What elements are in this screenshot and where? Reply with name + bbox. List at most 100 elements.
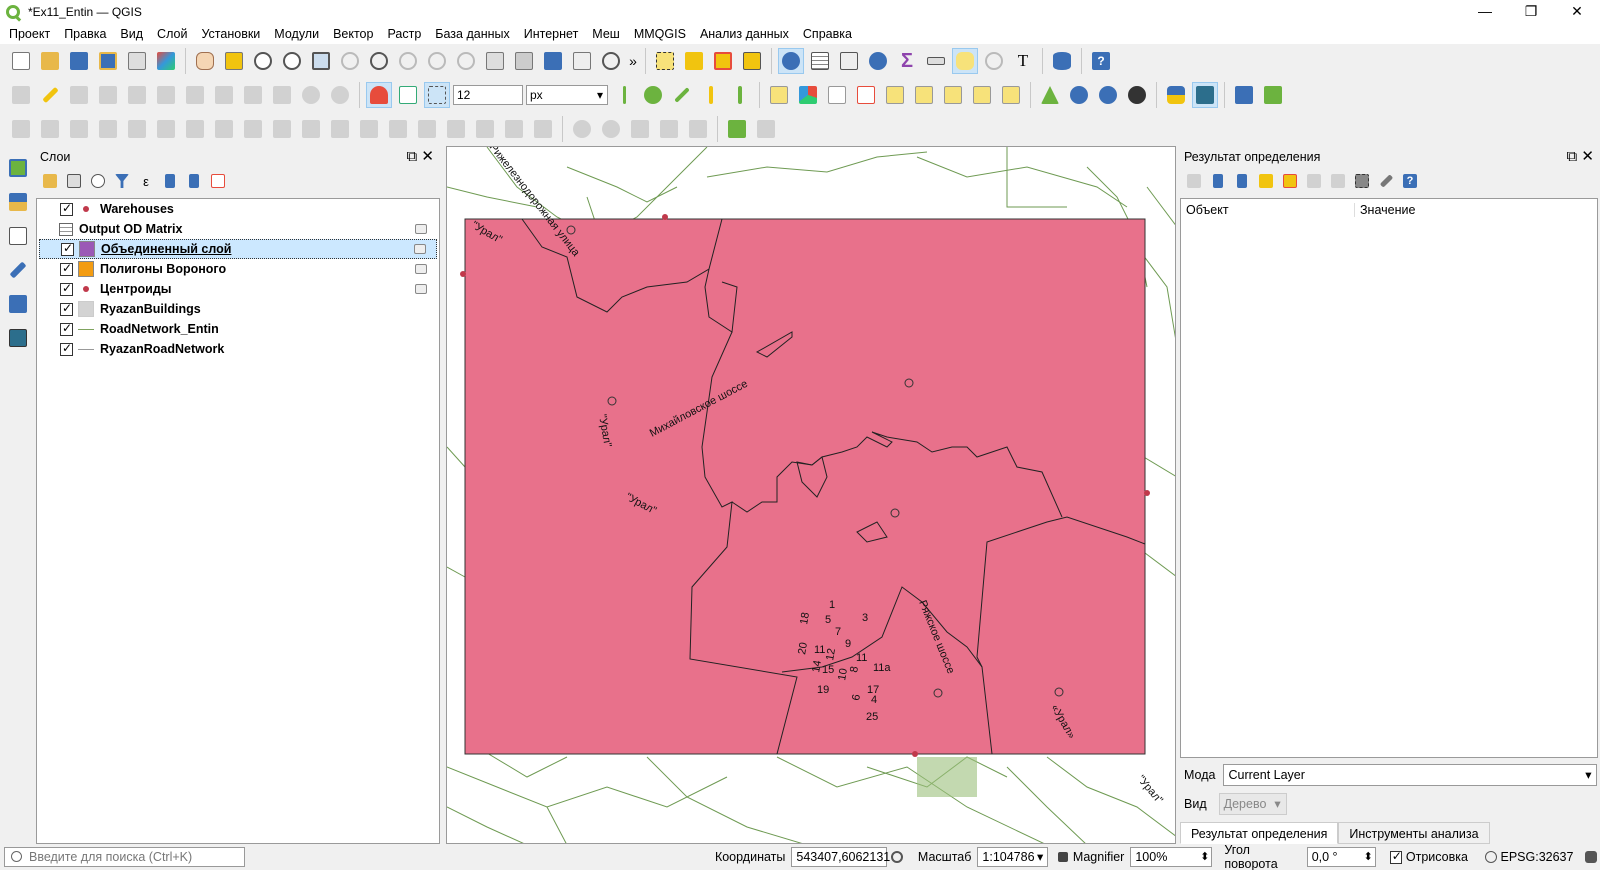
trim-extend-icon[interactable] — [385, 116, 411, 142]
layer-row-centroids[interactable]: Центроиды — [37, 279, 439, 299]
move-feature-icon[interactable] — [37, 116, 63, 142]
shape-polygon-icon[interactable] — [656, 116, 682, 142]
move-label-icon[interactable] — [882, 82, 908, 108]
add-part-icon[interactable] — [182, 116, 208, 142]
tab-analysis-tools[interactable]: Инструменты анализа — [1338, 822, 1490, 844]
locator-search-input[interactable]: Введите для поиска (Ctrl+K) — [4, 847, 245, 867]
menu-layer[interactable]: Слой — [150, 24, 194, 44]
layer-row-merged-layer[interactable]: Объединенный слой — [39, 239, 437, 259]
layer-indicator-icon[interactable] — [415, 224, 427, 234]
filter-legend-icon[interactable] — [112, 171, 132, 191]
scale-feature-icon[interactable] — [95, 116, 121, 142]
select-features-icon[interactable] — [652, 48, 678, 74]
map-tips-icon[interactable] — [952, 48, 978, 74]
toggle-editing-pencil-icon[interactable] — [37, 82, 63, 108]
layer-indicator-icon[interactable] — [414, 244, 426, 254]
select-by-expression-icon[interactable] — [681, 48, 707, 74]
search-locator-icon[interactable] — [981, 48, 1007, 74]
new-3d-view-icon[interactable] — [511, 48, 537, 74]
expand-all-icon[interactable] — [160, 171, 180, 191]
layer-visibility-checkbox[interactable] — [60, 301, 73, 316]
pan-to-selection-icon[interactable] — [221, 48, 247, 74]
layer-row-output-od-matrix[interactable]: Output OD Matrix — [37, 219, 439, 239]
highlight-pinned-labels-icon[interactable] — [853, 82, 879, 108]
layer-row-road-network-entin[interactable]: RoadNetwork_Entin — [37, 319, 439, 339]
zoom-selection-icon[interactable] — [337, 48, 363, 74]
label-properties-icon[interactable] — [998, 82, 1024, 108]
reshape-icon[interactable] — [298, 116, 324, 142]
attribute-table-icon[interactable] — [807, 48, 833, 74]
manage-visibility-icon[interactable] — [88, 171, 108, 191]
mode-select[interactable]: Current Layer — [1223, 764, 1598, 786]
style-manager-icon[interactable] — [153, 48, 179, 74]
zoom-next-icon[interactable] — [453, 48, 479, 74]
zoom-last-icon[interactable] — [424, 48, 450, 74]
magnifier-field[interactable]: 100% — [1130, 847, 1213, 867]
snapping-units-select[interactable]: px — [526, 85, 608, 105]
zoom-in-icon[interactable] — [250, 48, 276, 74]
quickmapservices-icon[interactable] — [1124, 82, 1150, 108]
shape-rectangle-icon[interactable] — [627, 116, 653, 142]
expand-new-results-icon[interactable] — [1256, 171, 1276, 191]
add-spatialite-icon[interactable] — [4, 256, 32, 284]
save-project-icon[interactable] — [66, 48, 92, 74]
menu-help[interactable]: Справка — [796, 24, 859, 44]
render-checkbox[interactable] — [1389, 849, 1402, 864]
select-location-icon[interactable] — [739, 48, 765, 74]
delete-selected-icon[interactable] — [182, 82, 208, 108]
identify-results-tree[interactable]: Объект Значение — [1180, 198, 1598, 758]
layer-visibility-checkbox[interactable] — [60, 281, 73, 296]
identify-features-icon[interactable] — [778, 48, 804, 74]
copy-feature-icon[interactable] — [1304, 171, 1324, 191]
data-source-manager-icon[interactable] — [1049, 48, 1075, 74]
collapse-tree-icon[interactable] — [1232, 171, 1252, 191]
close-panel-button[interactable]: ✕ — [421, 148, 434, 165]
delete-part-icon[interactable] — [269, 116, 295, 142]
filter-expression-icon[interactable]: ε — [136, 171, 156, 191]
modify-attributes-icon[interactable] — [153, 82, 179, 108]
shape-circle-icon[interactable] — [569, 116, 595, 142]
new-project-icon[interactable] — [8, 48, 34, 74]
snapping-magnet-icon[interactable] — [366, 82, 392, 108]
menu-view[interactable]: Вид — [113, 24, 150, 44]
identify-settings-icon[interactable] — [1376, 171, 1396, 191]
layer-visibility-checkbox[interactable] — [60, 201, 73, 216]
topological-editing-icon[interactable] — [640, 82, 666, 108]
snapping-tolerance-icon[interactable] — [424, 82, 450, 108]
table-tools-icon[interactable] — [753, 116, 779, 142]
menu-database[interactable]: База данных — [428, 24, 516, 44]
lock-scale-icon[interactable] — [1054, 847, 1071, 867]
zoom-layer-icon[interactable] — [366, 48, 392, 74]
tab-identify-results[interactable]: Результат определения — [1180, 822, 1339, 844]
cut-features-icon[interactable] — [211, 82, 237, 108]
toggle-extents-icon[interactable] — [887, 847, 906, 867]
open-form-icon[interactable] — [1184, 171, 1204, 191]
show-bookmarks-icon[interactable] — [569, 48, 595, 74]
delete-ring-icon[interactable] — [240, 116, 266, 142]
temporal-controller-icon[interactable] — [598, 48, 624, 74]
layer-row-ryazan-road-network[interactable]: RyazanRoadNetwork — [37, 339, 439, 359]
close-window-button[interactable]: ✕ — [1554, 0, 1600, 24]
merge-features-icon[interactable] — [472, 116, 498, 142]
identify-help-icon[interactable]: ? — [1400, 171, 1420, 191]
pin-labels-icon[interactable] — [824, 82, 850, 108]
restore-button[interactable]: ❐ — [1508, 0, 1554, 24]
menu-data-analysis[interactable]: Анализ данных — [693, 24, 796, 44]
save-as-icon[interactable] — [95, 48, 121, 74]
add-wms-icon[interactable] — [4, 290, 32, 318]
zoom-native-icon[interactable] — [395, 48, 421, 74]
menu-settings[interactable]: Установки — [194, 24, 267, 44]
column-value[interactable]: Значение — [1355, 203, 1415, 217]
menu-project[interactable]: Проект — [2, 24, 57, 44]
select-identify-mode-icon[interactable] — [1352, 171, 1372, 191]
statistics-sigma-icon[interactable]: Σ — [894, 48, 920, 74]
crs-label[interactable]: EPSG:32637 — [1500, 850, 1573, 864]
refactor-tools-icon[interactable] — [724, 116, 750, 142]
self-snapping-icon[interactable] — [698, 82, 724, 108]
menu-edit[interactable]: Правка — [57, 24, 113, 44]
menu-web[interactable]: Интернет — [517, 24, 586, 44]
merge-attributes-icon[interactable] — [501, 116, 527, 142]
rotate-point-icon[interactable] — [530, 116, 556, 142]
rotation-field[interactable]: 0,0 ° — [1306, 847, 1376, 867]
text-annotation-icon[interactable]: T — [1010, 48, 1036, 74]
